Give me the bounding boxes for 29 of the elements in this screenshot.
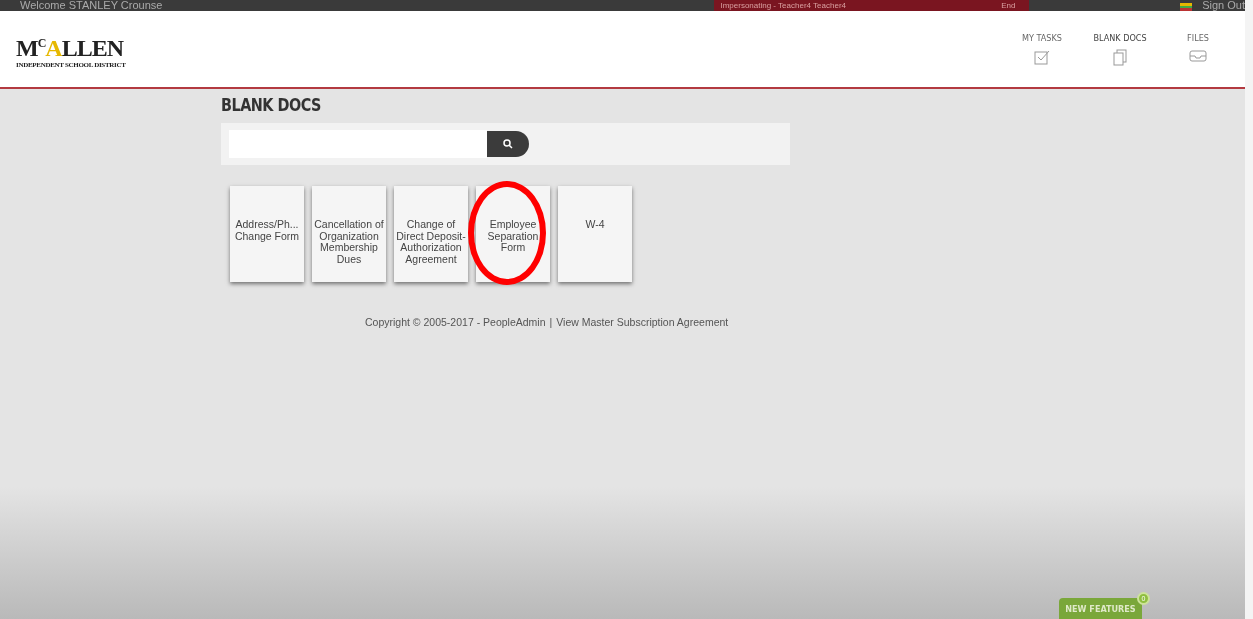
scrollbar[interactable] <box>1245 0 1253 619</box>
separator-text: | <box>549 316 553 328</box>
end-link[interactable]: End <box>1001 1 1016 11</box>
page-title: BLANK DOCS <box>221 94 321 115</box>
district-logo: M$^{C}$ALLEN <box>16 33 125 61</box>
nav-tab[interactable]: FILES <box>1163 28 1233 70</box>
nav-tab[interactable]: BLANK DOCS <box>1085 28 1155 70</box>
search-icon <box>503 139 513 149</box>
search-button[interactable] <box>487 131 529 157</box>
impersonating-text: Impersonating - Teacher4 Teacher4 <box>720 1 846 11</box>
document-card[interactable]: Address/Ph... Change Form <box>230 186 304 282</box>
inbox-icon <box>1189 48 1207 63</box>
sign-out-link[interactable]: Sign Out <box>1202 0 1245 11</box>
search-field[interactable] <box>229 130 487 158</box>
checkbox-icon <box>1034 48 1050 65</box>
document-title: Address/Ph... Change Form <box>233 219 301 244</box>
flag-icon <box>1180 3 1193 11</box>
agreement-link[interactable]: View Master Subscription Agreement <box>556 316 729 328</box>
nav-tab[interactable]: MY TASKS <box>1007 28 1077 70</box>
document-title: W-4 <box>584 219 606 232</box>
document-title: Change of Direct Deposit-Authorization Agreement <box>395 219 467 267</box>
document-card[interactable]: Cancellation of Organization Membership Dues <box>312 186 386 282</box>
document-title: Cancellation of Organization Membership Dues <box>313 219 385 267</box>
document-card[interactable]: W-4 <box>558 186 632 282</box>
document-title: Employee Separation Form <box>486 219 540 255</box>
welcome-text: Welcome STANLEY Crounse <box>20 0 163 11</box>
copyright-text: Copyright © 2005-2017 - PeopleAdmin <box>365 316 546 328</box>
document-card[interactable]: Change of Direct Deposit-Authorization Agreement <box>394 186 468 282</box>
documents-icon <box>1113 48 1127 66</box>
